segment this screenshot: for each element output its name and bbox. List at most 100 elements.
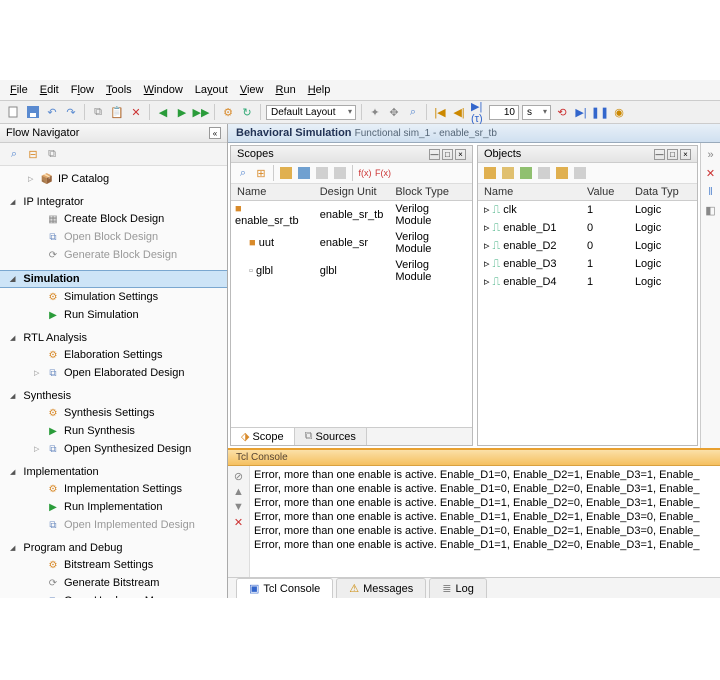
obj-col-name[interactable]: Name <box>478 184 581 201</box>
btab-tcl[interactable]: ▣Tcl Console <box>236 578 333 598</box>
nav-group-rtl[interactable]: RTL Analysis <box>0 330 227 346</box>
scopes-btn2-icon[interactable] <box>296 165 312 181</box>
obj-close-icon[interactable]: × <box>680 149 691 160</box>
menu-help[interactable]: Help <box>308 84 331 96</box>
break-icon[interactable]: ◉ <box>611 104 627 120</box>
scopes-row[interactable]: ▫ glblglblVerilog Module <box>231 257 472 285</box>
obj-btn2-icon[interactable] <box>500 165 516 181</box>
nav-item-generate-bitstream[interactable]: ⟳Generate Bitstream <box>0 574 227 592</box>
pause-icon[interactable]: ❚❚ <box>592 104 608 120</box>
find-icon[interactable]: ⌕ <box>405 104 421 120</box>
strip-item-icon[interactable]: ‖ <box>708 186 713 198</box>
gutter-down-icon[interactable]: ▼ <box>233 501 244 513</box>
objects-row[interactable]: ▹ ⎍ clk1Logic <box>478 201 697 220</box>
wand-icon[interactable]: ✦ <box>367 104 383 120</box>
gutter-up-icon[interactable]: ▲ <box>233 486 244 498</box>
run-all-icon[interactable]: ▶▶ <box>193 104 209 120</box>
objects-row[interactable]: ▹ ⎍ enable_D10Logic <box>478 219 697 237</box>
menu-file[interactable]: File <box>10 84 28 96</box>
strip-item2-icon[interactable]: ◧ <box>705 204 715 217</box>
cancel-icon[interactable]: ✕ <box>128 104 144 120</box>
menu-window[interactable]: Window <box>144 84 183 96</box>
refresh-icon[interactable]: ↻ <box>239 104 255 120</box>
obj-btn6-icon[interactable] <box>572 165 588 181</box>
menu-layout[interactable]: Layout <box>195 84 228 96</box>
nav-item-synthesis-settings[interactable]: ⚙Synthesis Settings <box>0 404 227 422</box>
scopes-row[interactable]: ■ enable_sr_tbenable_sr_tbVerilog Module <box>231 201 472 230</box>
time-value-input[interactable]: 10 <box>489 105 519 120</box>
nav-item-run-synthesis[interactable]: ▶Run Synthesis <box>0 422 227 440</box>
scopes-btn1-icon[interactable] <box>278 165 294 181</box>
objects-row[interactable]: ▹ ⎍ enable_D41Logic <box>478 273 697 291</box>
nav-group-ip-integrator[interactable]: IP Integrator <box>0 194 227 210</box>
run-icon[interactable]: ▶ <box>174 104 190 120</box>
nav-item-open-synthesized-design[interactable]: ▷⧉Open Synthesized Design <box>0 440 227 458</box>
close-icon[interactable]: × <box>455 149 466 160</box>
objects-row[interactable]: ▹ ⎍ enable_D31Logic <box>478 255 697 273</box>
menu-edit[interactable]: Edit <box>40 84 59 96</box>
nav-group-simulation[interactable]: Simulation <box>0 270 227 288</box>
menu-flow[interactable]: Flow <box>71 84 94 96</box>
nav-group-program[interactable]: Program and Debug <box>0 540 227 556</box>
obj-btn5-icon[interactable] <box>554 165 570 181</box>
scopes-fx-icon[interactable]: f(x) <box>357 165 373 181</box>
step-back-icon[interactable]: ◀| <box>451 104 467 120</box>
nav-group-synthesis[interactable]: Synthesis <box>0 388 227 404</box>
nav-item-create-block-design[interactable]: ▦Create Block Design <box>0 210 227 228</box>
obj-col-dt[interactable]: Data Typ <box>629 184 697 201</box>
strip-arrow-icon[interactable]: » <box>707 149 713 161</box>
obj-col-val[interactable]: Value <box>581 184 629 201</box>
tab-sources[interactable]: ⧉Sources <box>295 428 367 445</box>
redo-icon[interactable]: ↷ <box>63 104 79 120</box>
undo-icon[interactable]: ↶ <box>44 104 60 120</box>
paste-icon[interactable]: 📋 <box>109 104 125 120</box>
pointer-icon[interactable]: ✥ <box>386 104 402 120</box>
nav-group-implementation[interactable]: Implementation <box>0 464 227 480</box>
restart-icon[interactable]: ⟲ <box>554 104 570 120</box>
nav-item-elaboration-settings[interactable]: ⚙Elaboration Settings <box>0 346 227 364</box>
nav-item-open-elaborated-design[interactable]: ▷⧉Open Elaborated Design <box>0 364 227 382</box>
menu-view[interactable]: View <box>240 84 264 96</box>
step-first-icon[interactable]: |◀ <box>432 104 448 120</box>
nav-collapse-icon[interactable]: « <box>209 127 221 139</box>
strip-close-icon[interactable]: ✕ <box>706 167 715 180</box>
step-last-icon[interactable]: ▶| <box>573 104 589 120</box>
min-icon[interactable]: — <box>429 149 440 160</box>
nav-expand-icon[interactable]: ⧉ <box>44 146 60 162</box>
scopes-search-icon[interactable]: ⌕ <box>235 165 251 181</box>
layout-combo[interactable]: Default Layout <box>266 105 356 120</box>
nav-item-bitstream-settings[interactable]: ⚙Bitstream Settings <box>0 556 227 574</box>
step-fwd-icon[interactable]: ▶|(τ) <box>470 104 486 120</box>
btab-messages[interactable]: ⚠Messages <box>336 578 426 598</box>
scopes-btn3-icon[interactable] <box>314 165 330 181</box>
scopes-col-bt[interactable]: Block Type <box>389 184 472 201</box>
scopes-col-name[interactable]: Name <box>231 184 314 201</box>
nav-item-open-implemented-design[interactable]: ⧉Open Implemented Design <box>0 516 227 534</box>
nav-item-implementation-settings[interactable]: ⚙Implementation Settings <box>0 480 227 498</box>
obj-min-icon[interactable]: — <box>654 149 665 160</box>
nav-item-open-block-design[interactable]: ⧉Open Block Design <box>0 228 227 246</box>
nav-item-run-implementation[interactable]: ▶Run Implementation <box>0 498 227 516</box>
obj-max-icon[interactable]: □ <box>667 149 678 160</box>
copy-icon[interactable]: ⧉ <box>90 104 106 120</box>
btab-log[interactable]: ≣Log <box>429 578 487 598</box>
settings-icon[interactable]: ⚙ <box>220 104 236 120</box>
nav-item-run-simulation[interactable]: ▶Run Simulation <box>0 306 227 324</box>
time-unit-combo[interactable]: s <box>522 105 551 120</box>
menu-run[interactable]: Run <box>276 84 296 96</box>
tab-scope[interactable]: ⬗Scope <box>231 428 295 445</box>
scopes-col-du[interactable]: Design Unit <box>314 184 390 201</box>
scopes-fx2-icon[interactable]: F(x) <box>375 165 391 181</box>
obj-btn3-icon[interactable] <box>518 165 534 181</box>
nav-collapse-all-icon[interactable]: ⊟ <box>25 146 41 162</box>
scopes-row[interactable]: ■ uutenable_srVerilog Module <box>231 229 472 257</box>
nav-item-open-hardware-manager[interactable]: ▷⧉Open Hardware Manager <box>0 592 227 598</box>
max-icon[interactable]: □ <box>442 149 453 160</box>
nav-ip-catalog[interactable]: ▷📦IP Catalog <box>0 170 227 188</box>
scopes-expand-icon[interactable]: ⊞ <box>253 165 269 181</box>
console-output[interactable]: Error, more than one enable is active. E… <box>250 466 720 577</box>
obj-btn4-icon[interactable] <box>536 165 552 181</box>
menu-tools[interactable]: Tools <box>106 84 132 96</box>
gutter-clear-icon[interactable]: ⊘ <box>234 470 243 483</box>
objects-row[interactable]: ▹ ⎍ enable_D20Logic <box>478 237 697 255</box>
